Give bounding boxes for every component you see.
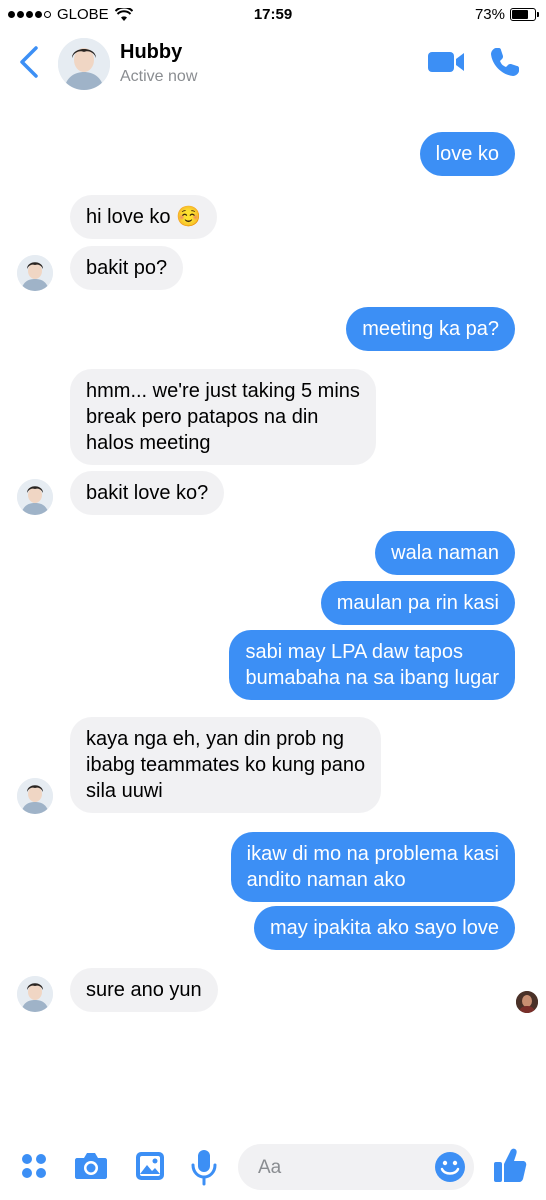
message-text-line: kaya nga eh, yan din prob ng <box>86 728 344 750</box>
battery-info: 73% <box>474 6 539 23</box>
message-bubble-sent[interactable]: sabi may LPA daw tapos bumabaha na sa ib… <box>229 630 515 700</box>
emoji-icon[interactable] <box>434 1151 466 1183</box>
status-bar: GLOBE 17:59 73% <box>0 0 546 30</box>
battery-percent: 73% <box>474 6 505 23</box>
contact-avatar-small <box>17 479 53 515</box>
microphone-icon[interactable] <box>190 1148 218 1186</box>
message-bubble-sent[interactable]: ikaw di mo na problema kasi andito naman… <box>230 832 515 902</box>
contact-avatar-small <box>17 976 53 1012</box>
seen-receipt-avatar <box>516 991 538 1013</box>
back-chevron-icon[interactable] <box>16 44 44 80</box>
conversation-header: Hubby Active now <box>0 30 546 100</box>
message-input[interactable]: Aa <box>238 1144 474 1190</box>
image-icon[interactable] <box>134 1150 166 1182</box>
message-bubble-received[interactable]: sure ano yun <box>70 968 218 1012</box>
message-text-line: bumabaha na sa ibang lugar <box>245 667 499 689</box>
message-input-placeholder: Aa <box>258 1157 282 1178</box>
message-text: love ko <box>435 143 499 165</box>
message-composer: Aa <box>0 1138 546 1200</box>
contact-avatar-small <box>17 255 53 291</box>
message-text: wala naman <box>391 542 499 564</box>
message-text-line: break pero patapos na din <box>86 406 319 428</box>
message-text: bakit love ko? <box>86 482 209 504</box>
contact-name: Hubby <box>120 41 183 63</box>
active-status: Active now <box>120 68 198 85</box>
message-bubble-sent[interactable]: maulan pa rin kasi <box>320 581 515 625</box>
message-text-line: sila uuwi <box>86 780 163 802</box>
message-bubble-received[interactable]: hmm... we're just taking 5 mins break pe… <box>70 369 376 465</box>
message-text-line: halos meeting <box>86 432 211 454</box>
message-text-line: sabi may LPA daw tapos <box>245 641 463 663</box>
camera-icon[interactable] <box>73 1150 109 1182</box>
clock: 17:59 <box>253 6 293 23</box>
message-bubble-received[interactable]: kaya nga eh, yan din prob ng ibabg teamm… <box>70 717 382 813</box>
message-bubble-sent[interactable]: may ipakita ako sayo love <box>253 906 515 950</box>
message-text: may ipakita ako sayo love <box>269 917 499 939</box>
message-bubble-sent[interactable]: wala naman <box>375 531 515 575</box>
battery-icon <box>510 8 539 21</box>
message-text-line: ibabg teammates ko kung pano <box>86 754 366 776</box>
message-text: hi love ko ☺️ <box>86 206 201 228</box>
message-bubble-sent[interactable]: love ko <box>419 132 515 176</box>
message-text: maulan pa rin kasi <box>336 592 499 614</box>
thumbs-up-icon[interactable] <box>492 1146 528 1184</box>
message-text: sure ano yun <box>86 979 202 1001</box>
message-text: meeting ka pa? <box>362 318 499 340</box>
message-text-line: hmm... we're just taking 5 mins <box>86 380 360 402</box>
message-bubble-received[interactable]: hi love ko ☺️ <box>70 195 217 239</box>
phone-call-icon[interactable] <box>488 45 522 79</box>
contact-avatar-small <box>17 778 53 814</box>
message-text-line: andito naman ako <box>246 869 406 891</box>
message-bubble-sent[interactable]: meeting ka pa? <box>346 307 515 351</box>
video-call-icon[interactable] <box>426 48 466 76</box>
message-bubble-received[interactable]: bakit love ko? <box>70 471 225 515</box>
message-text: bakit po? <box>86 257 168 279</box>
contact-avatar[interactable] <box>58 38 110 90</box>
message-text-line: ikaw di mo na problema kasi <box>246 843 499 865</box>
message-bubble-received[interactable]: bakit po? <box>70 246 184 290</box>
apps-icon[interactable] <box>18 1150 50 1182</box>
